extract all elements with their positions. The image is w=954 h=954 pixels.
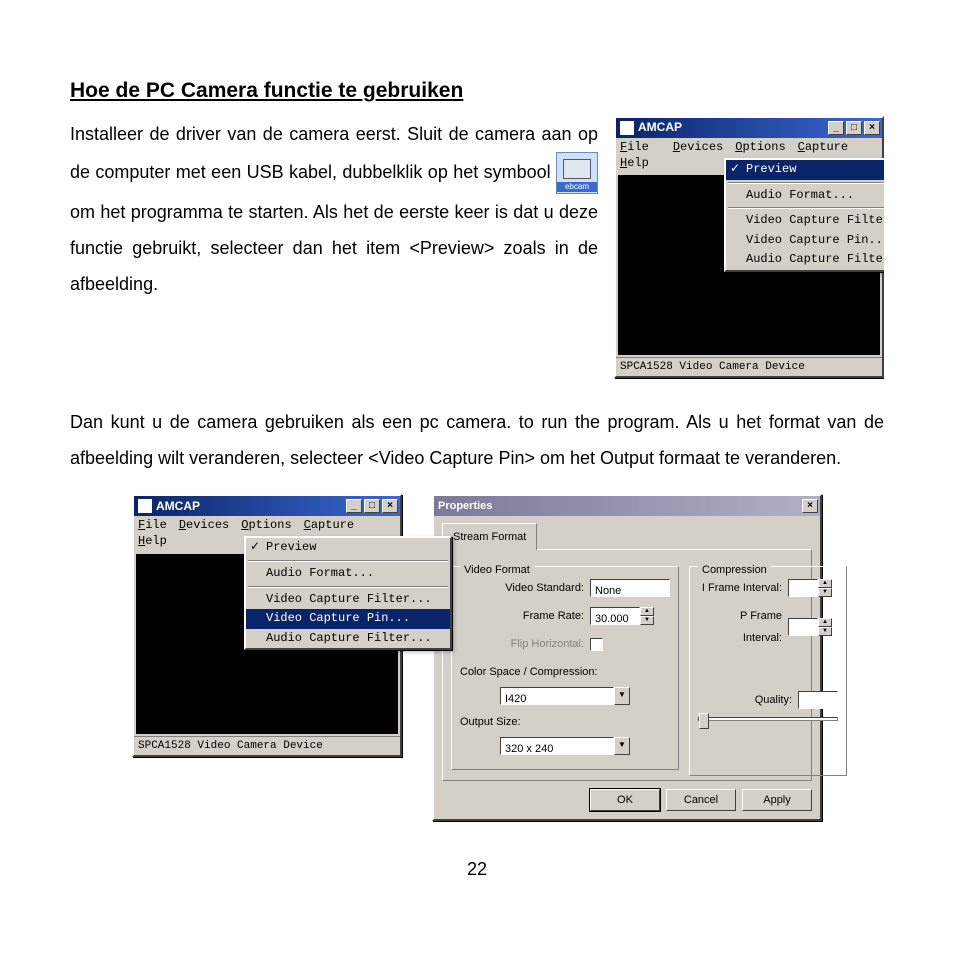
apply-button[interactable]: Apply <box>742 789 812 811</box>
options-dropdown: Preview Audio Format... Video Capture Fi… <box>244 536 452 650</box>
close-button[interactable]: × <box>864 121 880 135</box>
label-flip-horizontal: Flip Horizontal: <box>460 633 590 655</box>
menu-item-video-filter[interactable]: Video Capture Filter... <box>246 590 450 610</box>
frame-rate-input[interactable]: 30.000 <box>590 607 640 625</box>
label-output-size: Output Size: <box>460 711 521 733</box>
menu-capture[interactable]: Capture <box>798 140 848 156</box>
menu-item-audio-format[interactable]: Audio Format... <box>246 564 450 584</box>
iframe-input[interactable] <box>788 579 818 597</box>
amcap-window-2: AMCAP _ □ × File Devices Options Capture… <box>132 494 402 756</box>
frame-rate-spinner[interactable]: ▲▼ <box>640 607 654 625</box>
page-number: 22 <box>70 851 884 887</box>
flip-horizontal-checkbox[interactable] <box>590 638 603 651</box>
menu-capture[interactable]: Capture <box>304 518 354 534</box>
group-legend: Compression <box>698 559 771 581</box>
pframe-spinner[interactable]: ▲▼ <box>818 618 832 636</box>
menu-file[interactable]: File <box>138 518 167 534</box>
menu-options[interactable]: Options <box>241 518 291 534</box>
menu-item-preview[interactable]: Preview <box>726 160 884 180</box>
maximize-button[interactable]: □ <box>846 121 862 135</box>
dialog-title: Properties <box>438 495 492 517</box>
menu-item-audio-filter[interactable]: Audio Capture Filter... <box>246 629 450 649</box>
page-heading: Hoe de PC Camera functie te gebruiken <box>70 70 884 112</box>
statusbar: SPCA1528 Video Camera Device <box>134 736 400 755</box>
menu-item-video-pin[interactable]: Video Capture Pin... <box>246 609 450 629</box>
label-colorspace: Color Space / Compression: <box>460 661 598 683</box>
minimize-button[interactable]: _ <box>346 499 362 513</box>
output-size-combo[interactable]: 320 x 240 <box>500 737 614 755</box>
menu-devices[interactable]: Devices <box>673 140 723 156</box>
app-icon <box>138 499 152 513</box>
menu-item-audio-format[interactable]: Audio Format... <box>726 186 884 206</box>
titlebar: Properties × <box>434 496 820 516</box>
iframe-spinner[interactable]: ▲▼ <box>818 579 832 597</box>
window-title: AMCAP <box>156 499 200 515</box>
group-legend: Video Format <box>460 559 534 581</box>
properties-dialog: Properties × Stream Format Video Format … <box>432 494 822 821</box>
tab-stream-format[interactable]: Stream Format <box>442 523 537 550</box>
quality-slider[interactable] <box>698 717 838 721</box>
menu-file[interactable]: File <box>620 140 661 156</box>
close-button[interactable]: × <box>382 499 398 513</box>
window-title: AMCAP <box>638 120 682 136</box>
label-quality: Quality: <box>755 689 792 711</box>
group-video-format: Video Format Video Standard: None Frame … <box>451 566 679 770</box>
dropdown-icon[interactable]: ▼ <box>614 737 630 755</box>
menu-options[interactable]: Options <box>735 140 785 156</box>
menu-item-video-pin[interactable]: Video Capture Pin... <box>726 231 884 251</box>
menu-item-preview[interactable]: Preview <box>246 538 450 558</box>
label-pframe: P Frame Interval: <box>698 605 788 649</box>
paragraph-2: Dan kunt u de camera gebruiken als een p… <box>70 404 884 476</box>
ok-button[interactable]: OK <box>590 789 660 811</box>
menu-item-video-filter[interactable]: Video Capture Filter... <box>726 211 884 231</box>
maximize-button[interactable]: □ <box>364 499 380 513</box>
amcap-window-1: AMCAP _ □ × File Devices Options Capture… <box>614 116 884 378</box>
titlebar: AMCAP _ □ × <box>616 118 882 138</box>
label-frame-rate: Frame Rate: <box>460 605 590 627</box>
menu-devices[interactable]: Devices <box>179 518 229 534</box>
statusbar: SPCA1528 Video Camera Device <box>616 357 882 376</box>
close-button[interactable]: × <box>802 499 818 513</box>
dropdown-icon[interactable]: ▼ <box>614 687 630 705</box>
webcam-desktop-icon: ebcam <box>556 152 598 194</box>
video-standard-value: None <box>590 579 670 597</box>
menu-item-audio-filter[interactable]: Audio Capture Filter... <box>726 250 884 270</box>
titlebar: AMCAP _ □ × <box>134 496 400 516</box>
cancel-button[interactable]: Cancel <box>666 789 736 811</box>
app-icon <box>620 121 634 135</box>
group-compression: Compression I Frame Interval: ▲▼ P Frame… <box>689 566 847 776</box>
minimize-button[interactable]: _ <box>828 121 844 135</box>
colorspace-combo[interactable]: I420 <box>500 687 614 705</box>
quality-input[interactable] <box>798 691 838 709</box>
pframe-input[interactable] <box>788 618 818 636</box>
options-dropdown: Preview Audio Format... Video Capture Fi… <box>724 158 884 272</box>
